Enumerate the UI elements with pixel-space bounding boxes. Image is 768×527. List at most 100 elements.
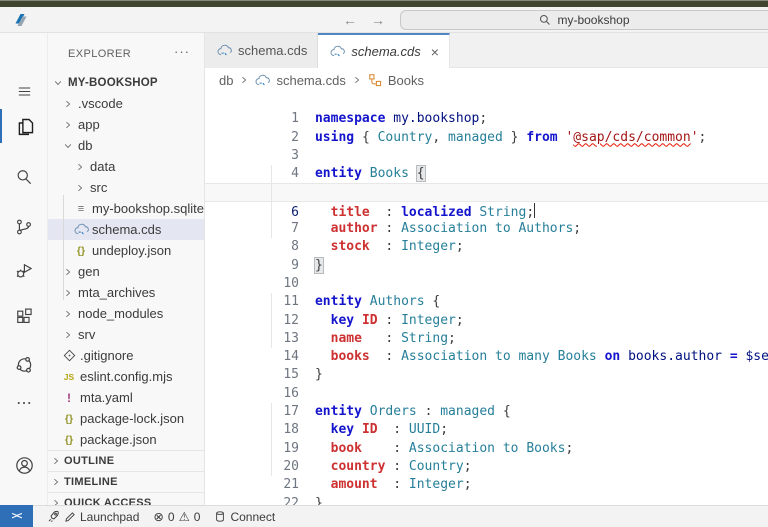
- launchpad-label: Launchpad: [80, 510, 139, 524]
- tree-item-mta-yaml[interactable]: !mta.yaml: [48, 387, 204, 408]
- launchpad-button[interactable]: Launchpad: [47, 510, 139, 524]
- code-line-19[interactable]: 19 book : Association to Books;: [205, 421, 768, 439]
- connect-button[interactable]: Connect: [214, 510, 275, 524]
- chevron-right-icon: [73, 183, 87, 193]
- tree-item-label: package-lock.json: [80, 411, 184, 426]
- explorer-title: EXPLORER: [68, 48, 131, 60]
- activity-source-control-button[interactable]: [0, 210, 48, 244]
- code-line-11[interactable]: 11entity Authors {: [205, 275, 768, 293]
- close-tab-button[interactable]: ×: [431, 44, 439, 60]
- chevron-right-icon: [51, 454, 61, 469]
- code-line-4[interactable]: 4entity Books {: [205, 147, 768, 165]
- bas-logo-icon: [11, 10, 31, 30]
- breadcrumb-item-schema.cds[interactable]: schema.cds: [276, 73, 345, 88]
- activity-more-views-button[interactable]: [0, 386, 48, 420]
- forward-button[interactable]: →: [371, 12, 385, 28]
- breadcrumb-item-books[interactable]: Books: [388, 73, 424, 88]
- breadcrumb-separator-icon: [239, 75, 249, 85]
- explorer-more-actions-button[interactable]: ···: [174, 48, 190, 56]
- activity-explorer-button[interactable]: [0, 109, 48, 143]
- code-line-9[interactable]: 9}: [205, 238, 768, 256]
- code-line-10[interactable]: 10: [205, 257, 768, 275]
- code-line-6[interactable]: 6 title : localized String;: [205, 183, 768, 201]
- code-line-16[interactable]: 16: [205, 366, 768, 384]
- indent-guide: [271, 293, 272, 348]
- code-line-17[interactable]: 17entity Orders : managed {: [205, 385, 768, 403]
- tree-item-package-json[interactable]: {}package.json: [48, 429, 204, 450]
- tree-item-app[interactable]: app: [48, 114, 204, 135]
- tree-item-undeploy-json[interactable]: {}undeploy.json: [48, 240, 204, 261]
- code-line-1[interactable]: 1namespace my.bookshop;: [205, 92, 768, 110]
- section-outline[interactable]: OUTLINE: [48, 450, 204, 471]
- code-line-14[interactable]: 14 books : Association to many Books on …: [205, 330, 768, 348]
- code-line-21[interactable]: 21 amount : Integer;: [205, 458, 768, 476]
- tree-item-mta-archives[interactable]: mta_archives: [48, 282, 204, 303]
- warning-count: 0: [194, 510, 201, 524]
- tree-item--vscode[interactable]: .vscode: [48, 93, 204, 114]
- breadcrumb-item-db[interactable]: db: [219, 73, 233, 88]
- tree-item-node-modules[interactable]: node_modules: [48, 303, 204, 324]
- activity-search-button[interactable]: [0, 160, 48, 194]
- json-file-icon: {}: [61, 413, 77, 425]
- tab-schema.cds-active[interactable]: schema.cds ×: [318, 33, 450, 68]
- code-line-5[interactable]: 5 key ID : Integer;: [205, 165, 768, 183]
- chevron-right-icon: [61, 309, 75, 319]
- tree-item-label: db: [78, 138, 92, 153]
- chevron-right-icon: [61, 99, 75, 109]
- tree-item-eslint-config-mjs[interactable]: JSeslint.config.mjs: [48, 366, 204, 387]
- tree-item-label: my-bookshop.sqlite: [92, 201, 204, 216]
- tree-item-label: node_modules: [78, 306, 163, 321]
- git-file-icon: [61, 349, 77, 362]
- tree-indent-guide: [63, 195, 64, 300]
- indent-guide: [271, 165, 272, 238]
- connect-label: Connect: [230, 510, 275, 524]
- activity-bar: ⚙: [0, 33, 48, 505]
- section-timeline[interactable]: TIMELINE: [48, 471, 204, 492]
- code-line-2[interactable]: 2using { Country, managed } from '@sap/c…: [205, 110, 768, 128]
- activity-menu-button[interactable]: [0, 74, 48, 108]
- tree-item--gitignore[interactable]: .gitignore: [48, 345, 204, 366]
- tree-root-my-bookshop[interactable]: MY-BOOKSHOP: [48, 72, 204, 93]
- tab-schema.cds[interactable]: schema.cds: [205, 33, 318, 68]
- tab-bar: schema.cds schema.cds ×: [205, 33, 768, 68]
- tab-label: schema.cds: [351, 44, 420, 59]
- code-line-3[interactable]: 3: [205, 129, 768, 147]
- source-control-icon: [14, 217, 34, 237]
- debug-icon: [14, 261, 34, 281]
- tree-item-label: .vscode: [78, 96, 123, 111]
- code-line-8[interactable]: 8 stock : Integer;: [205, 220, 768, 238]
- activity-extensions-button[interactable]: [0, 300, 48, 334]
- activity-network-button[interactable]: [0, 347, 48, 381]
- section-quick-access[interactable]: QUICK ACCESS: [48, 492, 204, 505]
- tree-item-label: mta_archives: [78, 285, 155, 300]
- window-top-strip: [0, 0, 768, 7]
- code-line-7[interactable]: 7 author : Association to Authors;: [205, 202, 768, 220]
- code-line-18[interactable]: 18 key ID : UUID;: [205, 403, 768, 421]
- activity-account-button[interactable]: [0, 448, 48, 482]
- chevron-right-icon: [61, 330, 75, 340]
- tree-item-src[interactable]: src: [48, 177, 204, 198]
- tree-item-data[interactable]: data: [48, 156, 204, 177]
- remote-indicator[interactable]: ><: [0, 505, 33, 527]
- command-center-search[interactable]: my-bookshop: [400, 10, 768, 30]
- code-line-23[interactable]: 23: [205, 495, 768, 505]
- tree-item-db[interactable]: db: [48, 135, 204, 156]
- tree-item-gen[interactable]: gen: [48, 261, 204, 282]
- activity-run-debug-button[interactable]: [0, 254, 48, 288]
- tree-item-label: data: [90, 159, 115, 174]
- tree-item-my-bookshop-sqlite[interactable]: ≡my-bookshop.sqlite: [48, 198, 204, 219]
- code-line-15[interactable]: 15}: [205, 348, 768, 366]
- code-line-13[interactable]: 13 name : String;: [205, 312, 768, 330]
- code-line-22[interactable]: 22}: [205, 476, 768, 494]
- indent-guide: [271, 403, 272, 476]
- account-icon: [14, 455, 35, 476]
- back-button[interactable]: ←: [343, 12, 357, 28]
- code-editor[interactable]: 1namespace my.bookshop; 2using { Country…: [205, 92, 768, 505]
- problems-indicator[interactable]: ⊗ 0 ⚠ 0: [153, 509, 200, 524]
- tree-item-srv[interactable]: srv: [48, 324, 204, 345]
- code-line-20[interactable]: 20 country : Country;: [205, 440, 768, 458]
- app-window: ← → my-bookshop ⚙ EXPLORER ··· MY-BOOKSH…: [0, 0, 768, 527]
- tree-item-package-lock-json[interactable]: {}package-lock.json: [48, 408, 204, 429]
- tree-item-schema-cds[interactable]: schema.cds: [48, 219, 204, 240]
- code-line-12[interactable]: 12 key ID : Integer;: [205, 293, 768, 311]
